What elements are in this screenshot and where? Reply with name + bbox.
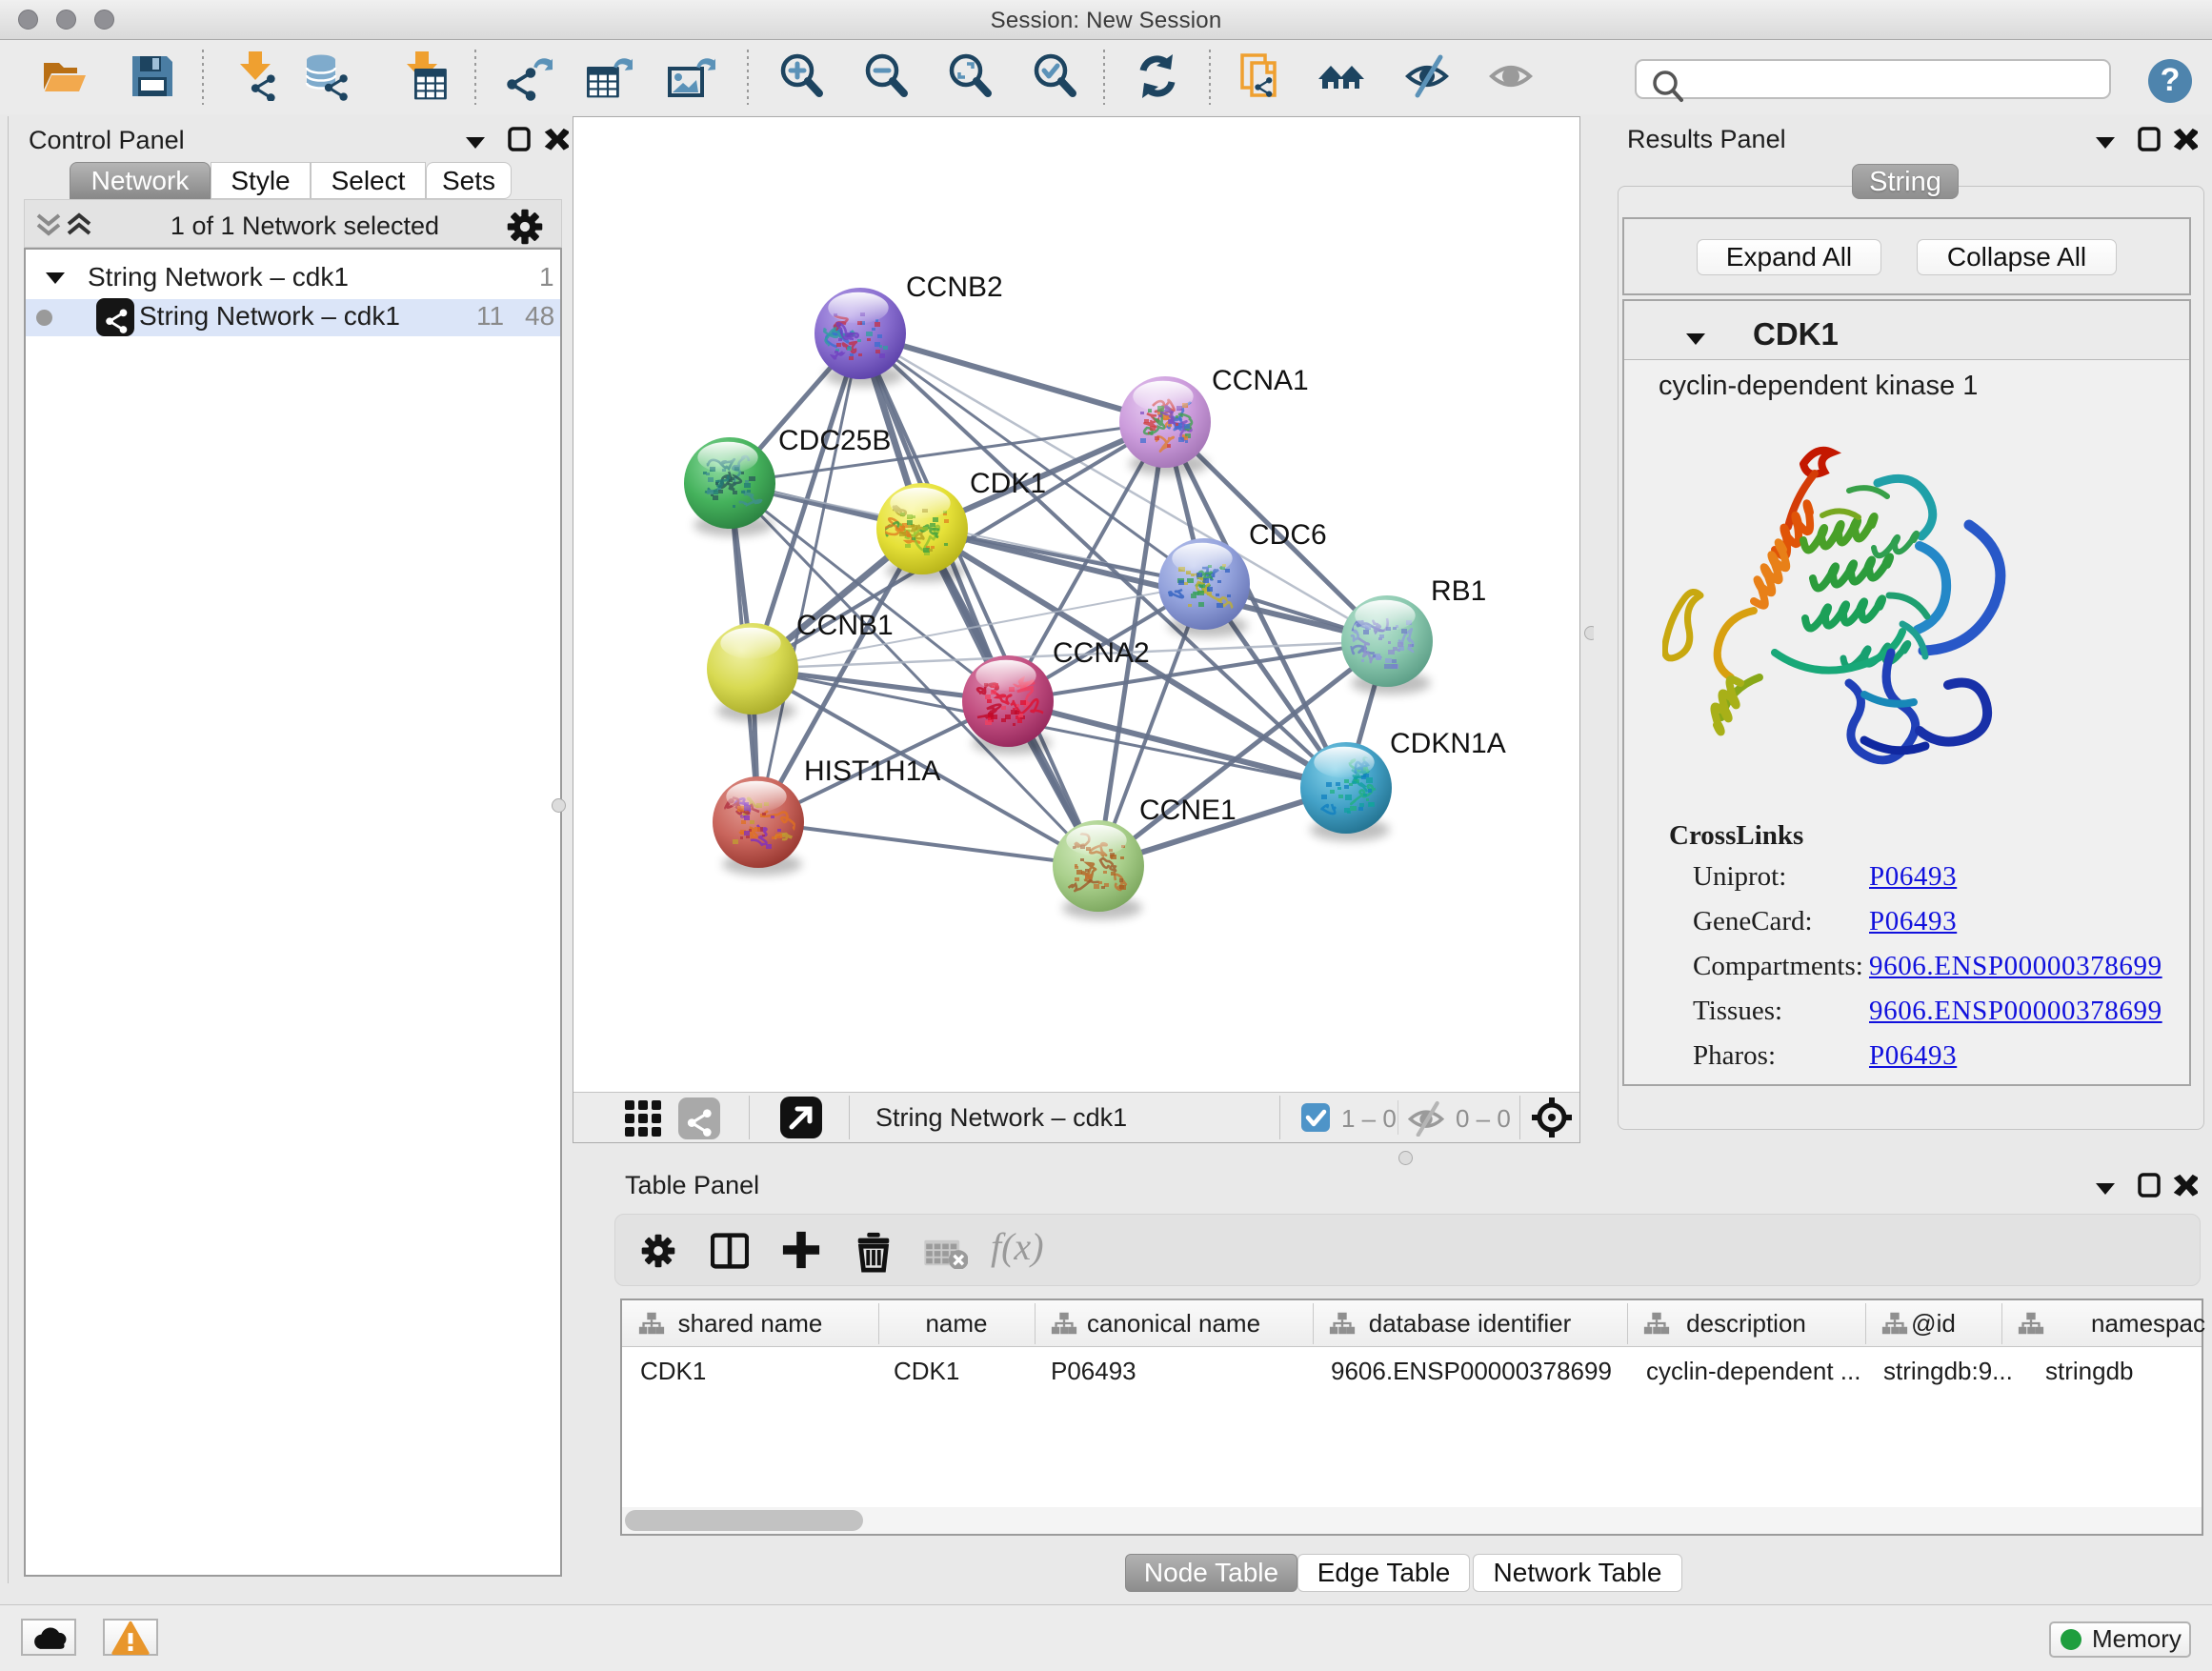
svg-text:RB1: RB1 <box>1431 575 1486 607</box>
svg-text:HIST1H1A: HIST1H1A <box>804 755 940 787</box>
svg-text:CDC6: CDC6 <box>1249 519 1327 551</box>
svg-text:CCNB1: CCNB1 <box>796 610 894 641</box>
svg-text:CDKN1A: CDKN1A <box>1390 728 1506 759</box>
svg-text:CDC25B: CDC25B <box>778 425 891 456</box>
svg-text:CCNA2: CCNA2 <box>1053 637 1150 669</box>
svg-text:CCNE1: CCNE1 <box>1139 795 1237 826</box>
svg-text:?: ? <box>2161 62 2181 98</box>
svg-text:CCNB2: CCNB2 <box>906 272 1003 303</box>
svg-text:CDK1: CDK1 <box>970 468 1046 499</box>
svg-text:CCNA1: CCNA1 <box>1212 365 1309 396</box>
